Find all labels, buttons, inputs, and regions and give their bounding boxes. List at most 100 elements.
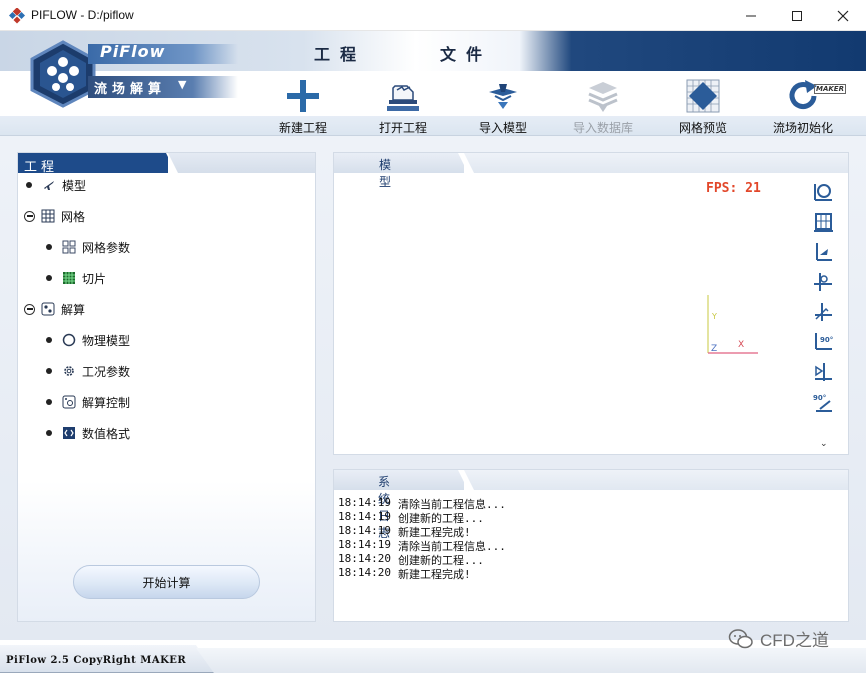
rotate-90-x-icon[interactable]: 90°	[812, 331, 834, 353]
bullet-icon	[46, 430, 52, 436]
log-time: 18:14:19	[338, 510, 391, 523]
new-project-label: 新建工程	[278, 121, 327, 135]
model-panel-title: 模型	[379, 158, 414, 189]
copyright-text: PiFlow 2.5 CopyRight MAKER	[6, 655, 187, 666]
more-tools-chevron-icon[interactable]: ⌄	[820, 439, 828, 449]
project-panel-header-rest	[168, 153, 315, 173]
log-text: 清除当前工程信息...	[398, 540, 506, 553]
log-panel-header-rest	[464, 470, 848, 490]
collapse-icon[interactable]	[24, 210, 35, 222]
import-database-icon	[588, 82, 618, 112]
main-area: 工程 模型 网格 网格参数 切片 解算 物理模型 工况参数 解算控制 数值格式 …	[0, 136, 866, 640]
log-time: 18:14:19	[338, 538, 391, 551]
piflow-logo: PiFlow 流场解算 ▼	[28, 40, 268, 108]
app-icon	[9, 8, 25, 24]
log-time: 18:14:20	[338, 566, 391, 579]
mesh-preview-label: 网格预览	[678, 121, 727, 135]
collapse-icon[interactable]	[24, 303, 35, 315]
bullet-icon	[46, 399, 52, 405]
bullet-icon	[46, 244, 52, 250]
view-flip-icon[interactable]	[812, 361, 834, 383]
maximize-button[interactable]	[774, 0, 820, 31]
minimize-icon	[746, 15, 756, 16]
log-time: 18:14:20	[338, 552, 391, 565]
grid-params-icon	[62, 240, 76, 254]
start-calculation-button[interactable]: 开始计算	[73, 565, 260, 599]
tab-project[interactable]: 工程	[314, 41, 366, 65]
view-side-icon[interactable]	[812, 271, 834, 293]
airplane-icon	[44, 181, 54, 190]
import-model-icon	[489, 84, 517, 109]
view-fit-icon[interactable]	[812, 211, 834, 233]
project-panel-title: 工程	[24, 160, 59, 175]
minimize-button[interactable]	[728, 0, 774, 31]
tree-item-mesh-params[interactable]: 网格参数	[46, 237, 130, 257]
bullet-icon	[46, 337, 52, 343]
view-front-icon[interactable]	[812, 241, 834, 263]
circle-icon	[62, 333, 76, 347]
axis-x-label: X	[738, 340, 744, 350]
log-line: 18:14:20 创建新的工程...	[338, 552, 843, 567]
open-project-label: 打开工程	[378, 121, 427, 135]
log-list: 18:14:19 清除当前工程信息... 18:14:19 创建新的工程... 18…	[338, 496, 843, 581]
maker-tag: MAKER	[814, 84, 846, 94]
watermark-text: CFD之道	[760, 631, 829, 650]
log-time: 18:14:19	[338, 496, 391, 509]
open-project-icon	[387, 85, 419, 111]
system-log-panel: 系统日志 18:14:19 清除当前工程信息... 18:14:19 创建新的工程.…	[333, 469, 849, 622]
tree-item-label: 切片	[82, 271, 107, 286]
tree-item-model[interactable]: 模型	[26, 175, 86, 195]
tree-item-solver[interactable]: 解算	[24, 299, 85, 319]
close-button[interactable]	[820, 0, 866, 31]
tree-item-slice[interactable]: 切片	[46, 268, 106, 288]
log-line: 18:14:20 新建工程完成!	[338, 566, 843, 581]
tree-item-label: 工况参数	[82, 364, 131, 379]
mode-selector-label[interactable]: 流场解算	[94, 78, 166, 97]
log-text: 新建工程完成!	[398, 568, 471, 581]
grid-icon	[41, 209, 55, 223]
maximize-icon	[792, 10, 802, 21]
log-text: 创建新的工程...	[398, 554, 484, 567]
tree-item-label: 数值格式	[82, 426, 131, 441]
rotate-90-z-icon[interactable]: 90°	[812, 391, 834, 413]
bullet-icon	[46, 275, 52, 281]
log-panel-tab	[334, 470, 464, 490]
close-icon	[837, 10, 849, 21]
tree-item-physical-model[interactable]: 物理模型	[46, 330, 130, 350]
model-view-panel: 模型 FPS: 21 90° 90° Y X Z ⌄	[333, 152, 849, 455]
status-bar-rest	[196, 648, 866, 673]
tree-item-label: 解算	[61, 302, 86, 317]
title-bar: PIFLOW - D:/piflow	[0, 0, 866, 31]
view-reset-icon[interactable]	[812, 181, 834, 203]
window-title: PIFLOW - D:/piflow	[31, 8, 134, 22]
axis-y-label: Y	[711, 312, 717, 321]
flow-init-label: 流场初始化	[772, 121, 833, 135]
bullet-icon	[46, 368, 52, 374]
import-model-label: 导入模型	[478, 121, 527, 135]
tree-item-mesh[interactable]: 网格	[24, 206, 85, 226]
svg-text:90°: 90°	[813, 394, 826, 402]
log-text: 清除当前工程信息...	[398, 498, 506, 511]
model-panel-header-rest	[464, 153, 848, 173]
log-line: 18:14:19 清除当前工程信息...	[338, 496, 843, 511]
log-line: 18:14:19 清除当前工程信息...	[338, 538, 843, 553]
tree-item-label: 解算控制	[82, 395, 131, 410]
ribbon-header: PiFlow 流场解算 ▼ 工程 文件 新建工程 打开工程 导入模型 导入数据库…	[0, 31, 866, 136]
log-line: 18:14:19 新建工程完成!	[338, 524, 843, 539]
solver-icon	[41, 302, 55, 316]
brand-name: PiFlow	[100, 42, 166, 61]
tree-item-label: 模型	[62, 178, 87, 193]
chevron-down-icon[interactable]: ▼	[178, 78, 186, 91]
tab-file[interactable]: 文件	[440, 41, 492, 65]
log-text: 新建工程完成!	[398, 526, 471, 539]
watermark: CFD之道	[728, 626, 829, 651]
log-text: 创建新的工程...	[398, 512, 484, 525]
log-line: 18:14:19 创建新的工程...	[338, 510, 843, 525]
log-time: 18:14:19	[338, 524, 391, 537]
tree-item-numeric-format[interactable]: 数值格式	[46, 423, 130, 443]
tree-item-label: 网格参数	[82, 240, 131, 255]
tree-item-conditions[interactable]: 工况参数	[46, 361, 130, 381]
view-top-icon[interactable]	[812, 301, 834, 323]
tree-item-solver-control[interactable]: 解算控制	[46, 392, 130, 412]
wechat-icon	[728, 628, 753, 648]
